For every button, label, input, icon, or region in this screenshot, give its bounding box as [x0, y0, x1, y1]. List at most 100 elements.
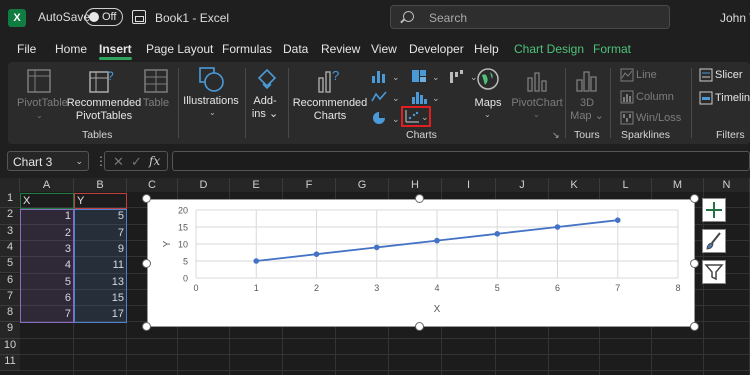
column-header-j[interactable]: J	[496, 178, 549, 192]
column-header-a[interactable]: A	[20, 178, 74, 192]
column-header-k[interactable]: K	[549, 178, 600, 192]
scatter-chart-icon: ⌄	[405, 110, 429, 123]
chevron-down-icon[interactable]: ⌄	[75, 156, 83, 167]
chevron-down-icon: ⌄	[533, 110, 540, 119]
toggle-knob	[89, 12, 99, 22]
scatter-chart-button[interactable]: ⌄	[401, 106, 431, 127]
search-input[interactable]: Search	[390, 5, 670, 29]
chart-filters-button[interactable]	[702, 260, 726, 284]
enter-icon[interactable]: ✓	[131, 154, 142, 170]
chart-elements-button[interactable]	[702, 198, 726, 222]
tab-format[interactable]: Format	[593, 42, 631, 56]
x-tick-label: 5	[495, 283, 500, 293]
column-header-m[interactable]: M	[652, 178, 704, 192]
column-header-d[interactable]: D	[178, 178, 230, 192]
slicer-button[interactable]: Slicer	[715, 69, 743, 82]
statistic-chart-icon[interactable]: ⌄	[410, 89, 444, 105]
name-box[interactable]: Chart 3 ⌄	[7, 151, 89, 171]
maps-button[interactable]: Maps	[468, 97, 508, 110]
x-tick-label: 7	[615, 283, 620, 293]
dialog-launcher-icon[interactable]: ↘	[552, 130, 560, 141]
pivotchart-button[interactable]: PivotChart	[508, 97, 566, 110]
resize-handle-left[interactable]	[142, 259, 151, 268]
tab-file[interactable]: File	[17, 42, 36, 56]
tab-review[interactable]: Review	[321, 42, 360, 56]
row-header-10[interactable]: 10	[0, 338, 20, 355]
column-header-l[interactable]: L	[600, 178, 652, 192]
recommended-charts-button[interactable]: Recommended Charts	[292, 97, 368, 123]
tab-insert[interactable]: Insert	[99, 42, 132, 60]
chevron-down-icon: ⌄	[484, 110, 491, 119]
illustrations-button[interactable]: Illustrations	[183, 95, 239, 108]
resize-handle-top-left[interactable]	[142, 194, 151, 203]
row-header-2[interactable]: 2	[0, 208, 20, 225]
row-header-1[interactable]: 1	[0, 192, 20, 209]
line-chart-icon[interactable]: ⌄	[370, 89, 404, 105]
row-header-9[interactable]: 9	[0, 322, 20, 339]
row-header-11[interactable]: 11	[0, 355, 20, 372]
divider	[565, 68, 566, 138]
tab-home[interactable]: Home	[55, 42, 87, 56]
column-header-g[interactable]: G	[336, 178, 389, 192]
pie-chart-icon[interactable]: ⌄	[370, 110, 404, 126]
row-header-6[interactable]: 6	[0, 273, 20, 290]
3d-map-icon	[576, 71, 597, 92]
save-icon[interactable]	[132, 10, 146, 24]
resize-handle-bottom-left[interactable]	[142, 322, 151, 331]
cancel-icon[interactable]: ✕	[113, 154, 124, 170]
resize-handle-top-right[interactable]	[690, 194, 699, 203]
chart-area[interactable]: 0 5 10 15 20 0 1 2 3 4 5 6 7 8 X Y	[147, 199, 695, 327]
hierarchy-chart-icon[interactable]: ⌄	[410, 68, 444, 84]
column-chart-icon[interactable]: ⌄	[370, 68, 404, 84]
brush-icon	[706, 232, 721, 250]
pivottable-button[interactable]: PivotTable	[17, 97, 68, 110]
sparkline-winloss-button[interactable]: Win/Loss	[636, 112, 681, 125]
table-button[interactable]: Table	[141, 97, 171, 110]
formula-input[interactable]	[172, 151, 750, 171]
tab-formulas[interactable]: Formulas	[222, 42, 272, 56]
y-tick-label: 10	[178, 240, 188, 250]
row-header-8[interactable]: 8	[0, 306, 20, 323]
tab-developer[interactable]: Developer	[409, 42, 464, 56]
recommended-pivottables-button[interactable]: Recommended PivotTables	[65, 97, 143, 123]
column-header-h[interactable]: H	[389, 178, 442, 192]
resize-handle-top[interactable]	[415, 194, 424, 203]
svg-text:?: ?	[332, 68, 339, 83]
user-name[interactable]: John W	[720, 11, 750, 25]
tab-help[interactable]: Help	[474, 42, 499, 56]
tab-chart-design[interactable]: Chart Design	[514, 42, 584, 56]
tab-data[interactable]: Data	[283, 42, 308, 56]
addins-button[interactable]: Add- ins ⌄	[248, 95, 282, 121]
chart-styles-button[interactable]	[702, 229, 726, 253]
tab-page-layout[interactable]: Page Layout	[146, 42, 213, 56]
resize-handle-bottom[interactable]	[415, 322, 424, 331]
resize-handle-bottom-right[interactable]	[690, 322, 699, 331]
row-header-5[interactable]: 5	[0, 257, 20, 274]
charts-group-label: Charts	[406, 129, 437, 141]
autosave-state: Off	[102, 11, 117, 23]
sparkline-line-button[interactable]: Line	[636, 69, 657, 82]
gridline-horizontal	[20, 370, 750, 372]
3d-map-button[interactable]: 3D Map ⌄	[569, 97, 605, 123]
column-header-f[interactable]: F	[283, 178, 336, 192]
column-header-b[interactable]: B	[74, 178, 127, 192]
data-point	[494, 231, 501, 237]
plus-icon	[706, 202, 722, 218]
column-header-c[interactable]: C	[127, 178, 178, 192]
row-header-3[interactable]: 3	[0, 224, 20, 241]
row-header-7[interactable]: 7	[0, 289, 20, 307]
recommended-charts-label-2: Charts	[313, 110, 347, 122]
resize-handle-right[interactable]	[690, 259, 699, 268]
row-header-4[interactable]: 4	[0, 240, 20, 258]
column-header-i[interactable]: I	[442, 178, 496, 192]
select-all-corner[interactable]	[0, 178, 20, 192]
column-header-n[interactable]: N	[704, 178, 750, 192]
insert-function-icon[interactable]: fx	[149, 154, 160, 168]
autosave-toggle[interactable]: Off	[85, 8, 123, 26]
timeline-button[interactable]: Timeline	[715, 92, 750, 105]
y-tick-label: 0	[183, 274, 188, 284]
sparkline-line-icon	[620, 68, 634, 82]
sparkline-column-button[interactable]: Column	[636, 91, 674, 104]
column-header-e[interactable]: E	[230, 178, 283, 192]
tab-view[interactable]: View	[371, 42, 397, 56]
